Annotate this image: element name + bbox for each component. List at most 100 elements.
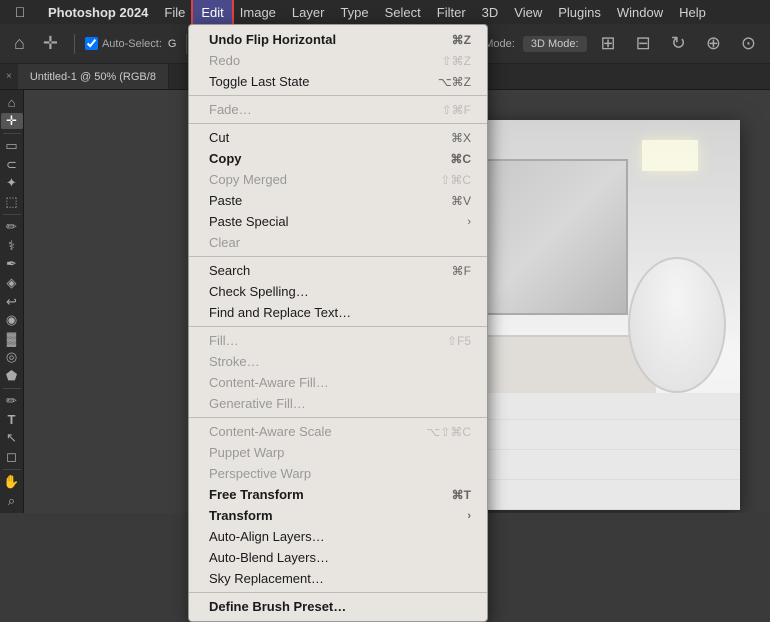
menu-item-check-spelling[interactable]: Check Spelling…	[189, 281, 487, 302]
menu-item-label: Content-Aware Fill…	[209, 375, 329, 390]
menu-view[interactable]: View	[506, 0, 550, 24]
submenu-arrow-icon: ›	[467, 510, 471, 522]
tool-stamp[interactable]: ◈	[1, 275, 23, 292]
menu-item-search[interactable]: Search ⌘F	[189, 260, 487, 281]
tool-crop[interactable]: ⬚	[1, 194, 23, 211]
menu-item-find-replace[interactable]: Find and Replace Text…	[189, 302, 487, 323]
menu-sep-6	[189, 592, 487, 593]
home-button[interactable]: ⌂	[8, 29, 31, 58]
menu-item-label: Copy Merged	[209, 172, 287, 187]
menu-item-auto-blend[interactable]: Auto-Blend Layers…	[189, 547, 487, 568]
menu-plugins[interactable]: Plugins	[550, 0, 609, 24]
menu-bar:  Photoshop 2024 File Edit Image Layer T…	[0, 0, 770, 24]
menu-item-content-aware-scale[interactable]: Content-Aware Scale ⌥⇧⌘C	[189, 421, 487, 442]
menu-item-free-transform[interactable]: Free Transform ⌘T	[189, 484, 487, 505]
menu-item-redo[interactable]: Redo ⇧⌘Z	[189, 50, 487, 71]
menu-item-label: Paste	[209, 193, 242, 208]
menu-item-label: Check Spelling…	[209, 284, 309, 299]
toolbar-icon-1[interactable]: ⊞	[595, 29, 622, 58]
tool-blur[interactable]: ◎	[1, 349, 23, 366]
tool-marquee[interactable]: ▭	[1, 138, 23, 155]
tool-sep-4	[3, 469, 21, 470]
menu-item-label: Copy	[209, 151, 242, 166]
tab-close-button[interactable]: ×	[0, 71, 18, 82]
auto-select-label: Auto-Select:	[102, 38, 162, 50]
toolbar-icon-5[interactable]: ⊙	[735, 29, 762, 58]
menu-item-clear[interactable]: Clear	[189, 232, 487, 253]
toolbar-icon-2[interactable]: ⊟	[630, 29, 657, 58]
tool-history[interactable]: ↩	[1, 293, 23, 310]
menu-3d[interactable]: 3D	[474, 0, 507, 24]
menu-item-copy[interactable]: Copy ⌘C	[189, 148, 487, 169]
tool-path-select[interactable]: ↖	[1, 430, 23, 447]
auto-select-group: Auto-Select: G	[85, 37, 176, 50]
menu-item-paste[interactable]: Paste ⌘V	[189, 190, 487, 211]
tool-zoom[interactable]: ⌕	[1, 493, 23, 510]
menu-item-auto-align[interactable]: Auto-Align Layers…	[189, 526, 487, 547]
tool-quick-select[interactable]: ✦	[1, 175, 23, 192]
tool-shape[interactable]: ◻	[1, 449, 23, 466]
toolbar-icon-3[interactable]: ↻	[665, 29, 692, 58]
document-tab-label: Untitled-1 @ 50% (RGB/8	[30, 71, 156, 83]
toolbar-right: 3D Mode: 3D Mode: ⊞ ⊟ ↻ ⊕ ⊙	[467, 29, 762, 58]
menu-item-perspective-warp[interactable]: Perspective Warp	[189, 463, 487, 484]
menu-item-label: Generative Fill…	[209, 396, 306, 411]
tool-lasso[interactable]: ⊂	[1, 156, 23, 173]
menu-edit[interactable]: Edit	[193, 0, 231, 24]
menu-item-fill[interactable]: Fill… ⇧F5	[189, 330, 487, 351]
menu-type[interactable]: Type	[332, 0, 376, 24]
menu-item-define-brush[interactable]: Define Brush Preset…	[189, 596, 487, 617]
tool-gradient[interactable]: ▓	[1, 330, 23, 347]
auto-select-checkbox[interactable]	[85, 37, 98, 50]
menu-item-label: Clear	[209, 235, 240, 250]
tool-pen[interactable]: ✏	[1, 393, 23, 410]
menu-item-generative-fill[interactable]: Generative Fill…	[189, 393, 487, 414]
menu-item-stroke[interactable]: Stroke…	[189, 351, 487, 372]
menu-item-shortcut: ⌘V	[451, 194, 471, 208]
move-tool-button[interactable]: ✛	[37, 29, 64, 58]
menu-item-copy-merged[interactable]: Copy Merged ⇧⌘C	[189, 169, 487, 190]
menu-window[interactable]: Window	[609, 0, 671, 24]
canvas-document	[460, 120, 740, 510]
tool-heal[interactable]: ⚕	[1, 238, 23, 255]
edit-dropdown-menu: Undo Flip Horizontal ⌘Z Redo ⇧⌘Z Toggle …	[188, 24, 488, 622]
menu-help[interactable]: Help	[671, 0, 714, 24]
3d-mode-button[interactable]: 3D Mode:	[523, 36, 587, 52]
menu-sep-5	[189, 417, 487, 418]
menu-item-cut[interactable]: Cut ⌘X	[189, 127, 487, 148]
menu-select[interactable]: Select	[377, 0, 429, 24]
tool-brush[interactable]: ✒	[1, 256, 23, 273]
menu-item-content-aware-fill[interactable]: Content-Aware Fill…	[189, 372, 487, 393]
bathroom-counter	[460, 335, 656, 394]
menu-item-shortcut: ⌘Z	[452, 33, 471, 47]
toolbar-icon-4[interactable]: ⊕	[700, 29, 727, 58]
menu-item-fade[interactable]: Fade… ⇧⌘F	[189, 99, 487, 120]
menu-item-shortcut: ⌥⌘Z	[438, 75, 471, 89]
menu-item-puppet-warp[interactable]: Puppet Warp	[189, 442, 487, 463]
document-tab[interactable]: Untitled-1 @ 50% (RGB/8	[18, 64, 169, 89]
tool-move[interactable]: ✛	[1, 113, 23, 130]
menu-file[interactable]: File	[156, 0, 193, 24]
tool-hand[interactable]: ✋	[1, 474, 23, 491]
menu-item-shortcut: ⌘C	[450, 152, 471, 166]
menu-item-label: Fade…	[209, 102, 252, 117]
menu-item-undo-flip[interactable]: Undo Flip Horizontal ⌘Z	[189, 29, 487, 50]
menu-item-toggle-last[interactable]: Toggle Last State ⌥⌘Z	[189, 71, 487, 92]
menu-item-paste-special[interactable]: Paste Special ›	[189, 211, 487, 232]
apple-menu[interactable]: 	[0, 4, 40, 20]
tool-sep-1	[3, 133, 21, 134]
tool-text[interactable]: T	[1, 412, 23, 429]
tool-eraser[interactable]: ◉	[1, 312, 23, 329]
menu-item-label: Toggle Last State	[209, 74, 309, 89]
bathroom-light	[642, 140, 698, 171]
menu-filter[interactable]: Filter	[429, 0, 474, 24]
tool-eyedropper[interactable]: ✏	[1, 219, 23, 236]
menu-item-sky-replacement[interactable]: Sky Replacement…	[189, 568, 487, 589]
menu-item-shortcut: ⌘T	[452, 488, 471, 502]
menu-item-transform[interactable]: Transform ›	[189, 505, 487, 526]
menu-image[interactable]: Image	[232, 0, 284, 24]
menu-item-label: Cut	[209, 130, 229, 145]
menu-layer[interactable]: Layer	[284, 0, 333, 24]
tool-dodge[interactable]: ⬟	[1, 368, 23, 385]
tool-home[interactable]: ⌂	[1, 94, 23, 111]
